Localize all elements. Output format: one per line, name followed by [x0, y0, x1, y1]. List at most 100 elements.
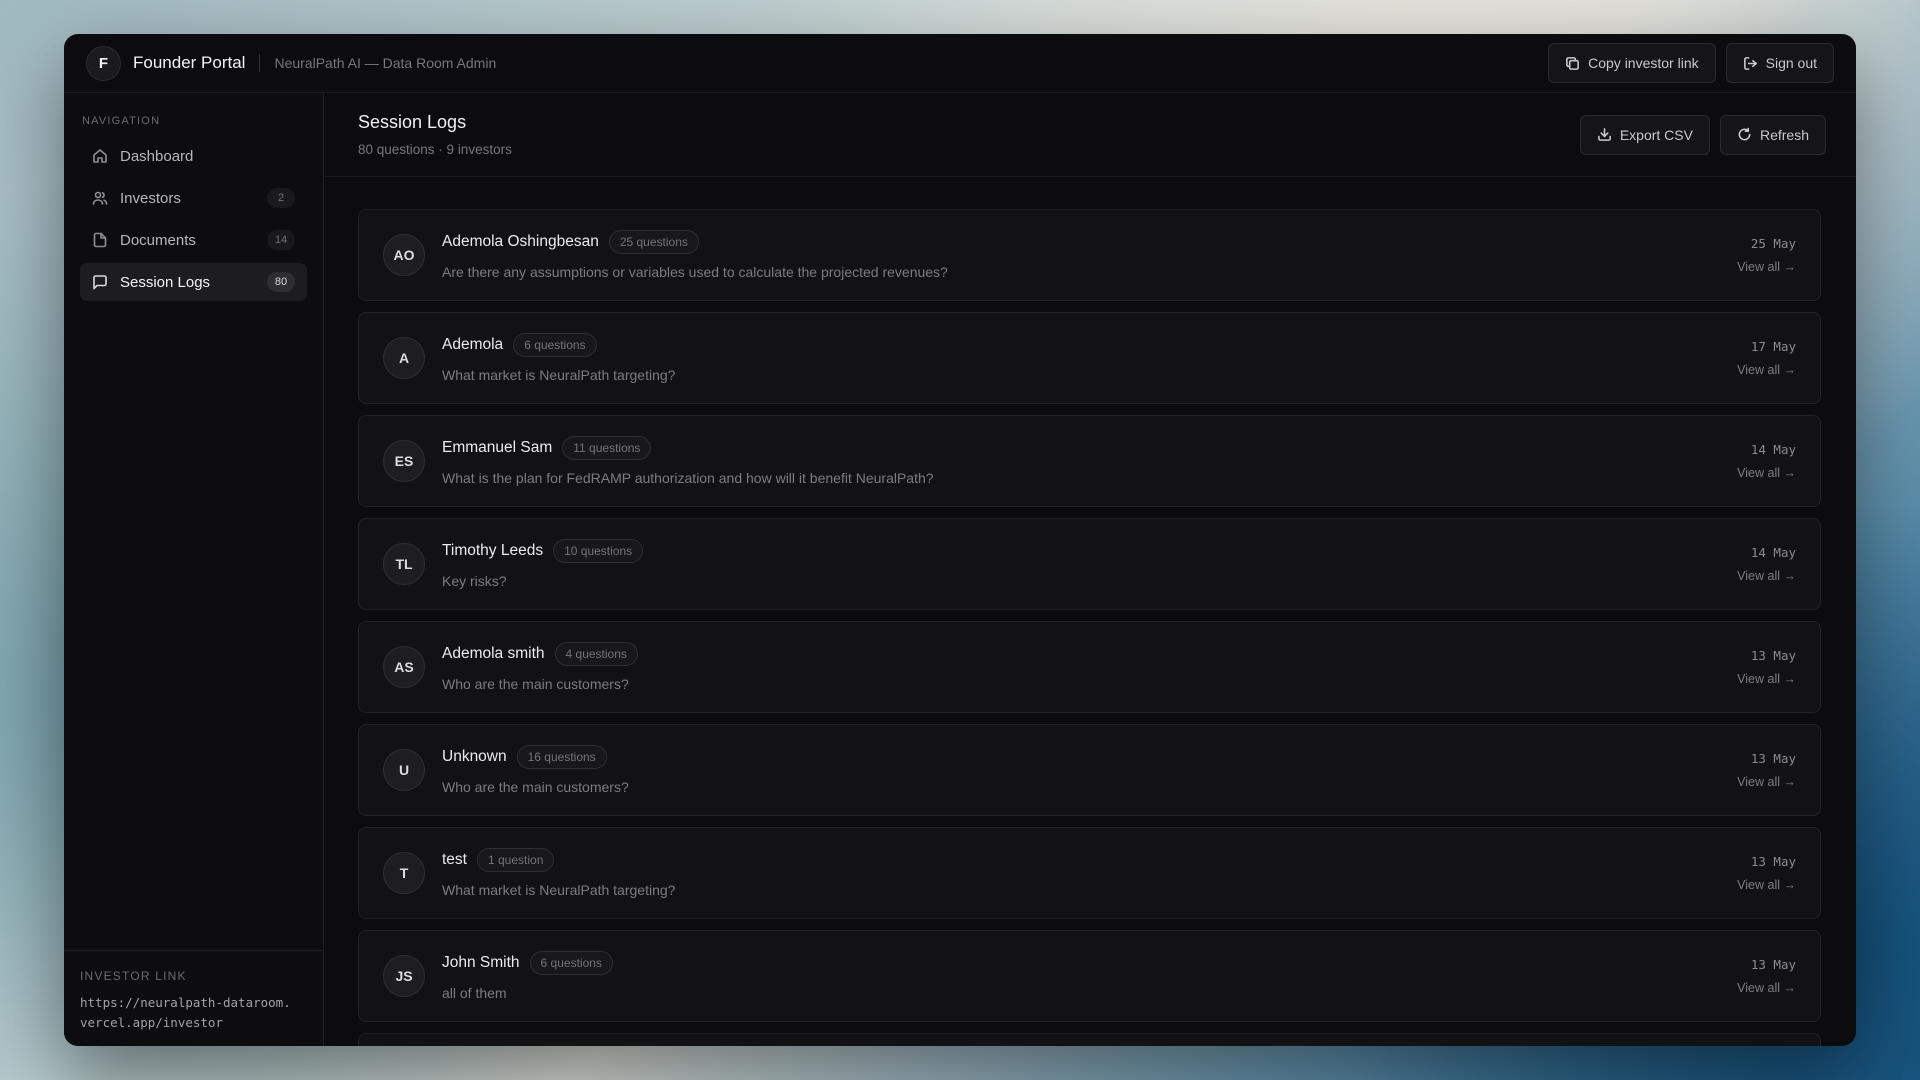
session-date: 13 May — [1750, 957, 1796, 973]
question-count-badge: 6 questions — [513, 333, 597, 358]
session-row[interactable]: JS John Smith 6 questions all of them 13… — [358, 930, 1821, 1023]
page-subtitle: 80 questions · 9 investors — [358, 142, 512, 158]
session-row[interactable]: AS Ademola smith 4 questions Who are the… — [358, 621, 1821, 714]
refresh-button[interactable]: Refresh — [1719, 114, 1826, 155]
view-all-link[interactable]: View all → — [1737, 260, 1796, 274]
session-row[interactable]: T test 1 question What market is NeuralP… — [358, 827, 1821, 920]
question-count-badge: 1 question — [476, 848, 555, 873]
sidebar-item-session-logs[interactable]: Session Logs 80 — [80, 263, 307, 301]
session-row[interactable]: AO Ademola Oshingbesan 25 questions Are … — [358, 209, 1821, 302]
main-content: Session Logs 80 questions · 9 investors … — [324, 93, 1856, 1046]
session-date: 25 May — [1750, 236, 1796, 252]
investor-name: Emmanuel Sam — [442, 439, 553, 457]
investor-name: Unknown — [442, 748, 507, 766]
latest-question: Key risks? — [442, 573, 507, 590]
session-date: 13 May — [1750, 854, 1796, 870]
view-all-link[interactable]: View all → — [1737, 775, 1796, 789]
documents-count-badge: 14 — [267, 230, 295, 250]
sidebar: NAVIGATION Dashboard Investors 2 Documen… — [64, 93, 324, 1046]
avatar: JS — [383, 955, 425, 998]
session-row-partial[interactable] — [358, 1033, 1821, 1046]
question-count-badge: 16 questions — [516, 745, 607, 770]
session-date: 17 May — [1750, 339, 1796, 355]
latest-question: What market is NeuralPath targeting? — [442, 367, 676, 384]
session-row[interactable]: A Ademola 6 questions What market is Neu… — [358, 312, 1821, 405]
avatar: TL — [383, 543, 425, 586]
investor-name: test — [442, 851, 467, 869]
avatar: AS — [383, 646, 425, 689]
session-row[interactable]: TL Timothy Leeds 10 questions Key risks?… — [358, 518, 1821, 611]
export-csv-label: Export CSV — [1619, 126, 1693, 143]
sidebar-item-investors[interactable]: Investors 2 — [80, 179, 307, 217]
view-all-link[interactable]: View all → — [1737, 363, 1796, 377]
investor-name: Ademola — [442, 336, 504, 354]
latest-question: Who are the main customers? — [442, 779, 629, 796]
sign-out-button[interactable]: Sign out — [1725, 43, 1834, 83]
top-actions: Copy investor link Sign out — [1548, 43, 1834, 83]
copy-icon — [1566, 56, 1580, 70]
divider — [259, 54, 261, 72]
top-bar: F Founder Portal NeuralPath AI — Data Ro… — [64, 34, 1856, 93]
main-header: Session Logs 80 questions · 9 investors … — [324, 93, 1856, 178]
session-list: AO Ademola Oshingbesan 25 questions Are … — [324, 177, 1856, 1046]
refresh-label: Refresh — [1759, 126, 1809, 143]
latest-question: What market is NeuralPath targeting? — [442, 882, 676, 899]
avatar: U — [383, 749, 425, 792]
file-icon — [93, 232, 107, 248]
message-icon — [93, 275, 107, 290]
page-title: Session Logs — [358, 112, 467, 133]
app-body: NAVIGATION Dashboard Investors 2 Documen… — [64, 93, 1856, 1046]
sidebar-footer: INVESTOR LINK https://neuralpath-dataroo… — [64, 950, 323, 1046]
app-subtitle: NeuralPath AI — Data Room Admin — [274, 55, 497, 71]
sidebar-item-dashboard[interactable]: Dashboard — [80, 137, 307, 175]
investor-name: Ademola Oshingbesan — [442, 233, 599, 251]
app-title: Founder Portal — [133, 53, 246, 72]
avatar: ES — [383, 440, 425, 483]
page-heading-group: Session Logs 80 questions · 9 investors — [358, 112, 512, 157]
investor-link-heading: INVESTOR LINK — [80, 969, 187, 983]
nav-heading: NAVIGATION — [82, 115, 161, 127]
latest-question: Are there any assumptions or variables u… — [442, 264, 948, 281]
view-all-link[interactable]: View all → — [1737, 672, 1796, 686]
export-csv-button[interactable]: Export CSV — [1579, 114, 1710, 155]
investor-name: Ademola smith — [442, 645, 545, 663]
session-date: 14 May — [1750, 545, 1796, 561]
latest-question: What is the plan for FedRAMP authorizati… — [442, 470, 934, 487]
sidebar-item-label: Documents — [120, 231, 196, 249]
investor-link-url[interactable]: https://neuralpath-dataroom. vercel.app/… — [80, 993, 307, 1033]
investor-link-line-1: https://neuralpath-dataroom. — [80, 995, 291, 1010]
investor-name: John Smith — [442, 954, 520, 972]
sidebar-item-label: Investors — [120, 189, 181, 207]
copy-investor-link-button[interactable]: Copy investor link — [1548, 43, 1716, 83]
avatar: T — [383, 852, 425, 895]
home-icon — [93, 149, 107, 163]
sign-out-icon — [1743, 56, 1757, 70]
sidebar-item-documents[interactable]: Documents 14 — [80, 221, 307, 259]
investors-count-badge: 2 — [267, 188, 295, 208]
question-count-badge: 11 questions — [562, 436, 652, 461]
brand-avatar: F — [86, 45, 121, 81]
session-row[interactable]: U Unknown 16 questions Who are the main … — [358, 724, 1821, 817]
copy-investor-link-label: Copy investor link — [1588, 55, 1699, 71]
question-count-badge: 6 questions — [529, 951, 613, 976]
investor-link-line-2: vercel.app/investor — [80, 1015, 223, 1030]
avatar: AO — [383, 234, 425, 277]
avatar: A — [383, 337, 425, 380]
sign-out-label: Sign out — [1765, 55, 1817, 71]
download-icon — [1597, 128, 1611, 141]
investor-name: Timothy Leeds — [442, 542, 544, 560]
view-all-link[interactable]: View all → — [1737, 466, 1796, 480]
latest-question: all of them — [442, 985, 507, 1002]
session-date: 13 May — [1750, 751, 1796, 767]
question-count-badge: 4 questions — [554, 642, 638, 667]
question-count-badge: 25 questions — [608, 230, 699, 255]
view-all-link[interactable]: View all → — [1737, 569, 1796, 583]
refresh-icon — [1738, 127, 1751, 141]
view-all-link[interactable]: View all → — [1737, 981, 1796, 995]
session-row[interactable]: ES Emmanuel Sam 11 questions What is the… — [358, 415, 1821, 508]
users-icon — [92, 191, 108, 205]
app-window: F Founder Portal NeuralPath AI — Data Ro… — [64, 34, 1856, 1046]
session-date: 14 May — [1750, 442, 1796, 458]
view-all-link[interactable]: View all → — [1737, 878, 1796, 892]
session-date: 13 May — [1750, 648, 1796, 664]
